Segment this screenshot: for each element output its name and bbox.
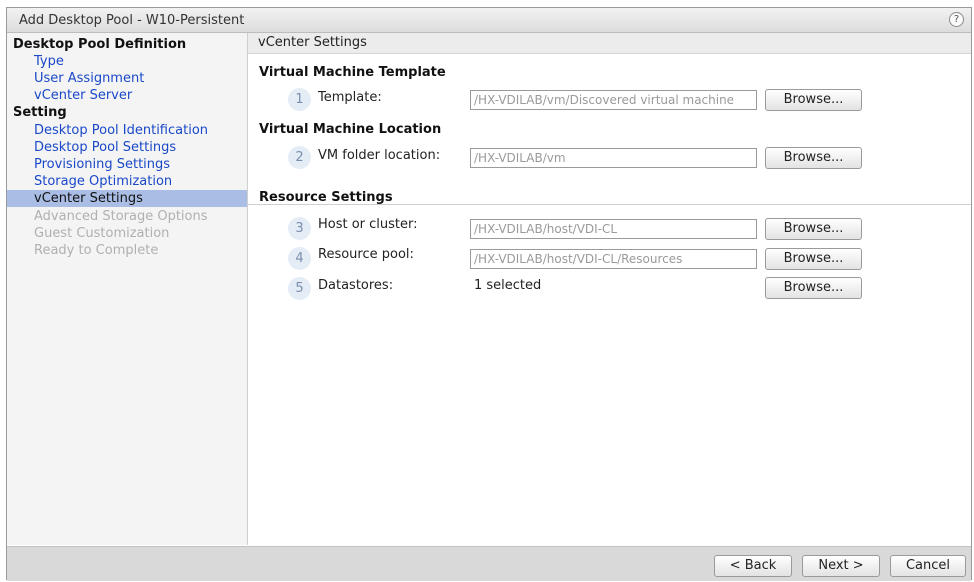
main-panel: vCenter Settings Virtual Machine Templat…: [248, 33, 971, 545]
sidebar-section-setting: Setting: [13, 105, 67, 120]
host-cluster-browse-button[interactable]: Browse...: [765, 218, 862, 240]
sidebar-item-type[interactable]: Type: [7, 53, 247, 70]
sidebar-item-provisioning-settings[interactable]: Provisioning Settings: [7, 156, 247, 173]
template-field[interactable]: /HX-VDILAB/vm/Discovered virtual machine: [470, 90, 757, 110]
step-number: 3: [288, 217, 311, 240]
section-title: vCenter Settings: [258, 35, 367, 50]
resource-pool-field[interactable]: /HX-VDILAB/host/VDI-CL/Resources: [470, 249, 757, 269]
resource-pool-label: Resource pool:: [318, 247, 414, 262]
sidebar-item-pool-identification[interactable]: Desktop Pool Identification: [7, 122, 247, 139]
sidebar-item-vcenter-server[interactable]: vCenter Server: [7, 87, 247, 104]
template-browse-button[interactable]: Browse...: [765, 89, 862, 111]
wizard-sidebar: Desktop Pool Definition Type User Assign…: [7, 33, 248, 545]
back-button[interactable]: < Back: [714, 555, 792, 577]
datastores-label: Datastores:: [318, 278, 394, 293]
sidebar-section-pool-definition: Desktop Pool Definition: [13, 37, 187, 52]
datastores-browse-button[interactable]: Browse...: [765, 277, 862, 299]
sidebar-item-pool-settings[interactable]: Desktop Pool Settings: [7, 139, 247, 156]
dialog-title: Add Desktop Pool - W10-Persistent: [19, 13, 245, 28]
section-header: vCenter Settings: [248, 33, 971, 54]
sidebar-item-vcenter-settings[interactable]: vCenter Settings: [7, 190, 247, 207]
sidebar-item-storage-optimization[interactable]: Storage Optimization: [7, 173, 247, 190]
cancel-button[interactable]: Cancel: [890, 555, 966, 577]
vm-folder-browse-button[interactable]: Browse...: [765, 147, 862, 169]
vm-folder-label: VM folder location:: [318, 148, 441, 163]
group-title-vm-location: Virtual Machine Location: [259, 122, 442, 137]
host-cluster-label: Host or cluster:: [318, 217, 418, 232]
step-number: 1: [288, 88, 311, 111]
step-number: 4: [288, 247, 311, 270]
title-bar: Add Desktop Pool - W10-Persistent ?: [7, 8, 971, 33]
datastores-value: 1 selected: [474, 278, 542, 293]
sidebar-item-guest-customization: Guest Customization: [34, 226, 170, 241]
wizard-footer: < Back Next > Cancel: [7, 546, 971, 581]
template-label: Template:: [318, 90, 382, 105]
vm-folder-field[interactable]: /HX-VDILAB/vm: [470, 148, 757, 168]
next-button[interactable]: Next >: [802, 555, 880, 577]
step-number: 2: [288, 146, 311, 169]
step-number: 5: [288, 277, 311, 300]
group-title-vm-template: Virtual Machine Template: [259, 65, 446, 80]
add-desktop-pool-dialog: Add Desktop Pool - W10-Persistent ? Desk…: [6, 7, 972, 581]
help-icon[interactable]: ?: [949, 12, 964, 27]
resource-pool-browse-button[interactable]: Browse...: [765, 248, 862, 270]
sidebar-item-advanced-storage: Advanced Storage Options: [34, 209, 208, 224]
sidebar-item-ready-to-complete: Ready to Complete: [34, 243, 159, 258]
host-cluster-field[interactable]: /HX-VDILAB/host/VDI-CL: [470, 219, 757, 239]
sidebar-item-user-assignment[interactable]: User Assignment: [7, 70, 247, 87]
group-title-resource: Resource Settings: [259, 190, 393, 205]
